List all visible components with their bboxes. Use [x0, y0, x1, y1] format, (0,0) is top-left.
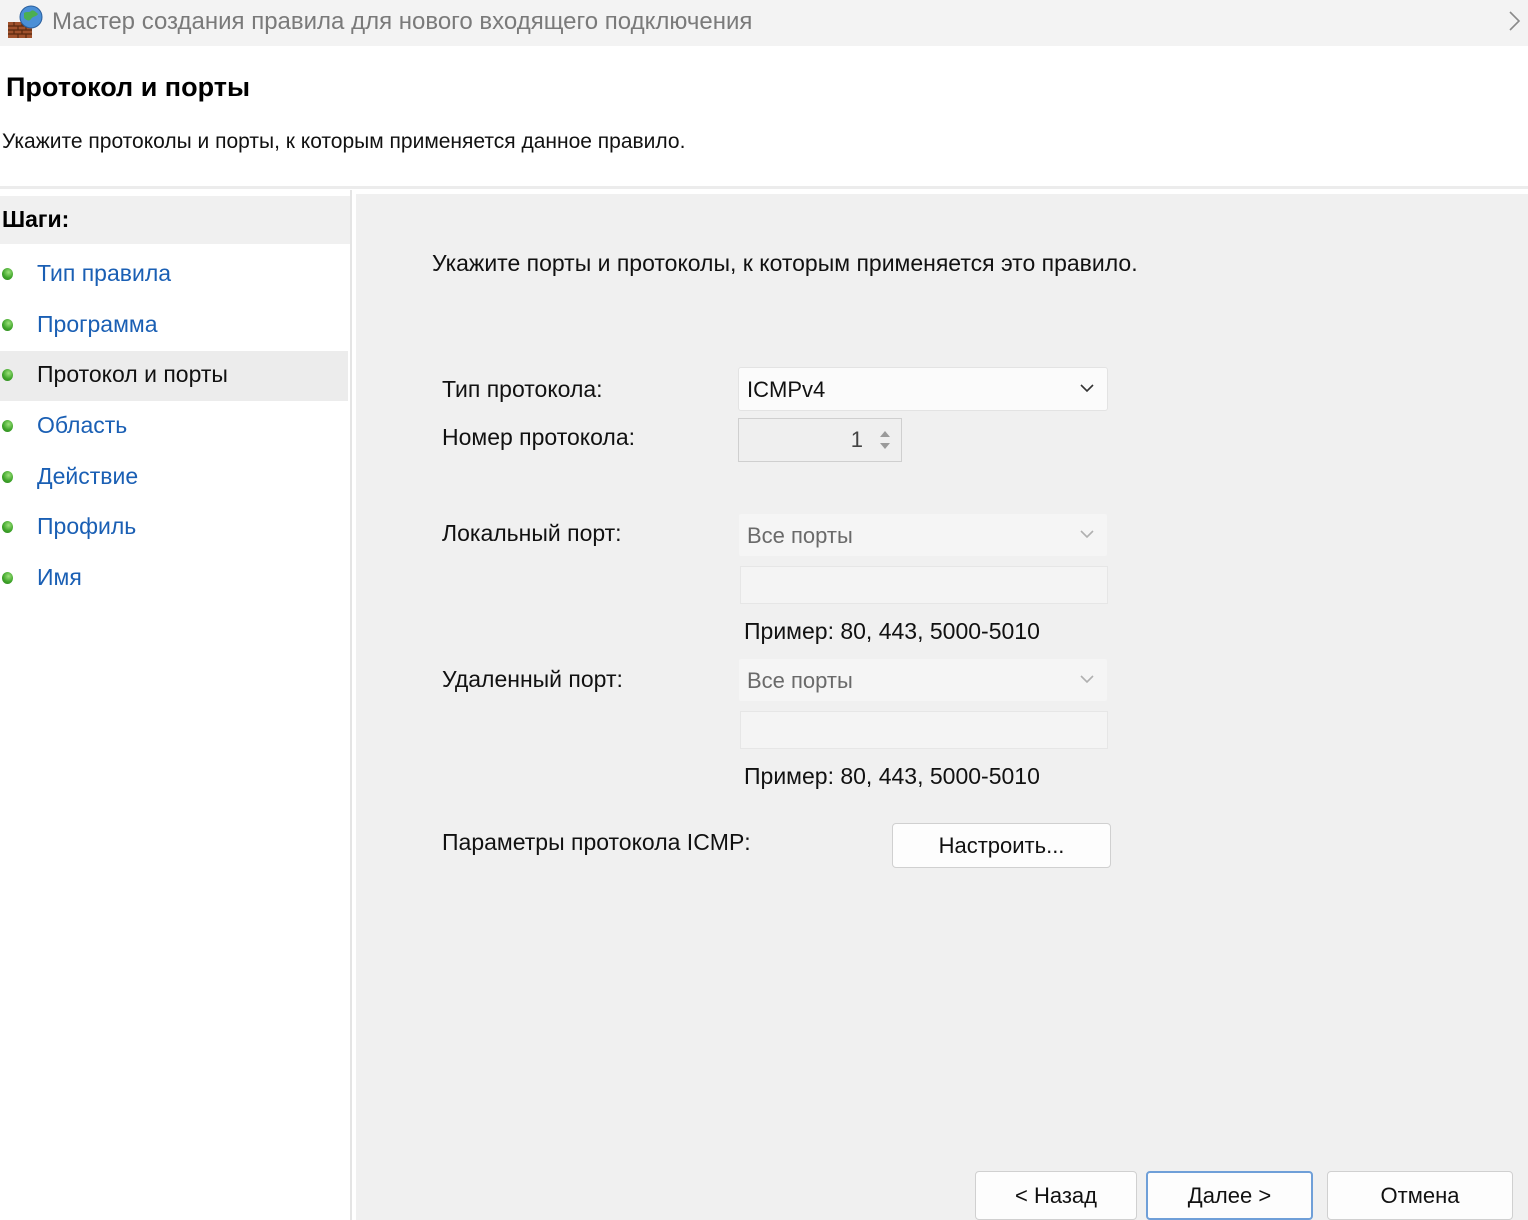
- chevron-down-icon: [1080, 384, 1094, 393]
- remote-port-label: Удаленный порт:: [442, 666, 623, 692]
- step-action[interactable]: Действие: [0, 453, 348, 503]
- main-panel: [356, 194, 1528, 1220]
- step-bullet-icon: [2, 369, 13, 381]
- step-scope[interactable]: Область: [0, 402, 348, 452]
- window-title: Мастер создания правила для нового входя…: [52, 8, 753, 35]
- spinner-arrows-icon[interactable]: [877, 425, 893, 455]
- local-port-label: Локальный порт:: [442, 520, 622, 546]
- step-name[interactable]: Имя: [0, 554, 348, 604]
- protocol-type-value: ICMPv4: [747, 377, 826, 402]
- next-button[interactable]: Далее >: [1146, 1171, 1313, 1220]
- local-port-dropdown[interactable]: Все порты: [738, 513, 1108, 557]
- step-bullet-icon: [2, 521, 13, 533]
- protocol-type-dropdown[interactable]: ICMPv4: [738, 367, 1108, 411]
- local-port-value: Все порты: [747, 523, 853, 548]
- step-label[interactable]: Профиль: [37, 513, 136, 540]
- remote-port-value: Все порты: [747, 668, 853, 693]
- icmp-customize-button[interactable]: Настроить...: [892, 823, 1111, 868]
- chevron-right-icon[interactable]: [1508, 6, 1522, 36]
- step-label[interactable]: Имя: [37, 564, 82, 591]
- step-rule-type[interactable]: Тип правила: [0, 250, 348, 300]
- sidebar-divider: [350, 190, 352, 1220]
- icmp-settings-label: Параметры протокола ICMP:: [442, 829, 751, 855]
- step-label[interactable]: Тип правила: [37, 260, 171, 287]
- remote-port-example: Пример: 80, 443, 5000-5010: [744, 763, 1040, 789]
- protocol-number-label: Номер протокола:: [442, 424, 635, 450]
- firewall-globe-icon: [8, 5, 43, 38]
- step-label[interactable]: Программа: [37, 311, 158, 338]
- remote-port-input[interactable]: [740, 711, 1108, 749]
- chevron-down-icon: [1080, 675, 1094, 684]
- header-divider: [0, 186, 1528, 189]
- step-profile[interactable]: Профиль: [0, 503, 348, 553]
- main-description: Укажите порты и протоколы, к которым при…: [432, 250, 1138, 276]
- local-port-example: Пример: 80, 443, 5000-5010: [744, 618, 1040, 644]
- page-subtitle: Укажите протоколы и порты, к которым при…: [2, 130, 686, 153]
- cancel-button[interactable]: Отмена: [1327, 1171, 1513, 1220]
- step-label[interactable]: Действие: [37, 463, 138, 490]
- protocol-type-label: Тип протокола:: [442, 376, 603, 402]
- step-bullet-icon: [2, 572, 13, 584]
- protocol-number-value: 1: [850, 427, 863, 452]
- step-protocol-ports[interactable]: Протокол и порты: [0, 351, 348, 401]
- steps-heading: Шаги:: [2, 206, 70, 232]
- page-title: Протокол и порты: [6, 72, 251, 102]
- step-bullet-icon: [2, 420, 13, 432]
- step-label[interactable]: Область: [37, 412, 127, 439]
- step-bullet-icon: [2, 268, 13, 280]
- chevron-down-icon: [1080, 530, 1094, 539]
- step-bullet-icon: [2, 319, 13, 331]
- remote-port-dropdown[interactable]: Все порты: [738, 658, 1108, 702]
- step-program[interactable]: Программа: [0, 301, 348, 351]
- back-button[interactable]: < Назад: [975, 1171, 1137, 1220]
- step-label[interactable]: Протокол и порты: [37, 361, 228, 388]
- protocol-number-spinner[interactable]: 1: [738, 418, 902, 462]
- local-port-input[interactable]: [740, 566, 1108, 604]
- step-bullet-icon: [2, 471, 13, 483]
